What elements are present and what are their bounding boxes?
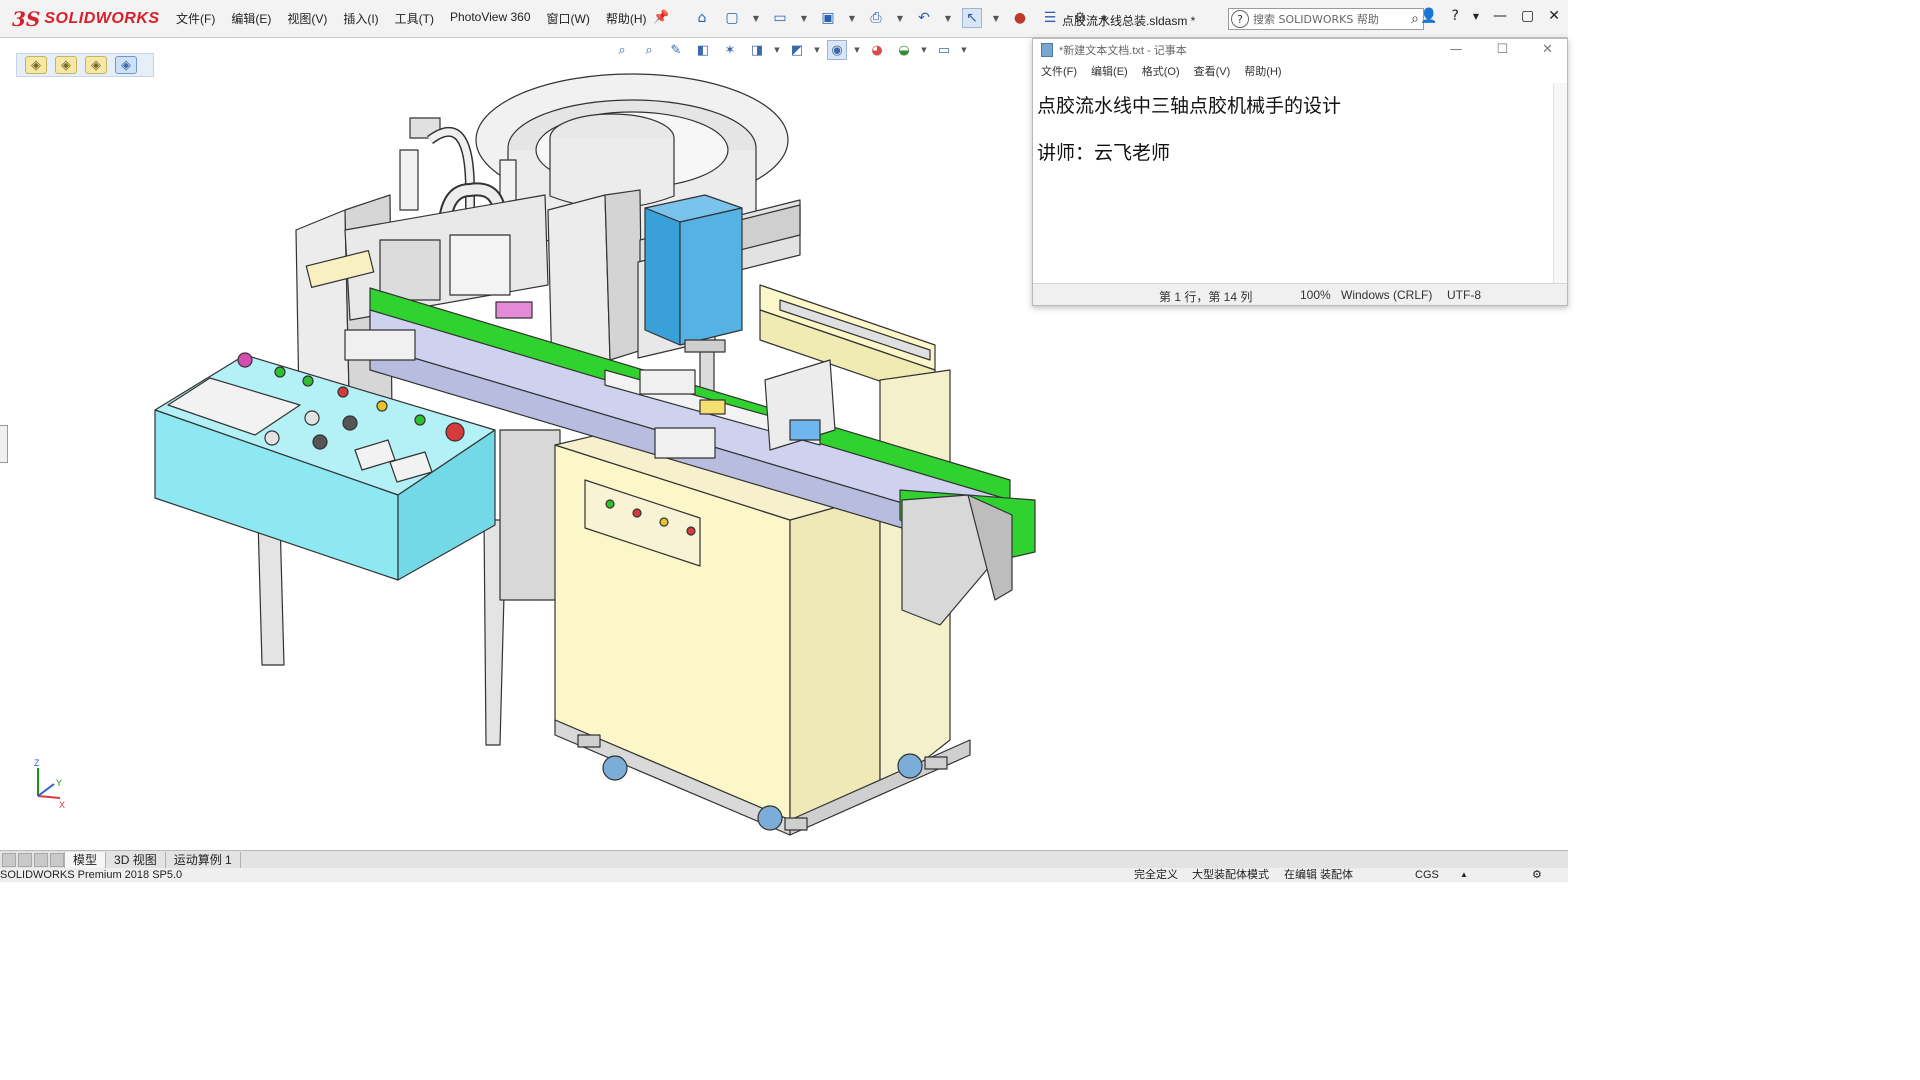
dispensing-head bbox=[644, 194, 743, 396]
search-placeholder: 搜索 SOLIDWORKS 帮助 bbox=[1253, 13, 1379, 26]
unit-system[interactable]: CGS bbox=[1415, 868, 1439, 882]
menu-view[interactable]: 视图(V) bbox=[287, 10, 327, 27]
large-assembly-mode[interactable]: 大型装配体模式 bbox=[1192, 868, 1269, 882]
units-dropdown-icon[interactable]: ▲ bbox=[1460, 868, 1468, 882]
notepad-text-area[interactable]: 点胶流水线中三轴点胶机械手的设计 讲师：云飞老师 bbox=[1037, 83, 1553, 283]
definition-status: 完全定义 bbox=[1134, 869, 1178, 881]
logo-text: SOLIDWORKS bbox=[44, 10, 160, 27]
notepad-menu-help[interactable]: 帮助(H) bbox=[1244, 63, 1281, 79]
search-icon[interactable]: ⌕ bbox=[1411, 11, 1419, 27]
triad-y-label: Y bbox=[56, 778, 62, 788]
menu-window[interactable]: 窗口(W) bbox=[547, 10, 590, 27]
maximize-icon[interactable]: ▢ bbox=[1521, 8, 1534, 24]
open-dropdown-icon[interactable]: ▼ bbox=[800, 8, 808, 28]
model-tabs-bar: 模型 3D 视图 运动算例 1 bbox=[0, 850, 1568, 868]
notepad-window[interactable]: *新建文本文档.txt - 记事本 — ☐ ✕ 文件(F) 编辑(E) 格式(O… bbox=[1032, 38, 1568, 306]
help-dropdown-icon[interactable]: ▼ bbox=[1473, 12, 1479, 21]
standard-toolbar: ⌂ ▢ ▼ ▭ ▼ ▣ ▼ ⎙ ▼ ↶ ▼ ↖ ▼ ● ☰ ⚙ ▼ bbox=[692, 8, 1108, 28]
home-icon[interactable]: ⌂ bbox=[692, 8, 712, 28]
title-bar: 3S SOLIDWORKS 文件(F) 编辑(E) 视图(V) 插入(I) 工具… bbox=[0, 0, 1568, 38]
save-icon[interactable]: ▣ bbox=[818, 8, 838, 28]
solidworks-logo[interactable]: 3S SOLIDWORKS bbox=[12, 6, 160, 32]
minimize-icon[interactable]: — bbox=[1493, 8, 1507, 24]
select-dropdown-icon[interactable]: ▼ bbox=[992, 8, 1000, 28]
undo-dropdown-icon[interactable]: ▼ bbox=[944, 8, 952, 28]
ds-logo-mark: 3S bbox=[12, 7, 41, 31]
print-icon[interactable]: ⎙ bbox=[866, 8, 886, 28]
menu-tools[interactable]: 工具(T) bbox=[395, 10, 434, 27]
help-question-icon: ? bbox=[1231, 10, 1249, 28]
open-icon[interactable]: ▭ bbox=[770, 8, 790, 28]
notepad-menu-file[interactable]: 文件(F) bbox=[1041, 63, 1077, 79]
user-icon[interactable]: 👤 bbox=[1420, 8, 1437, 24]
new-dropdown-icon[interactable]: ▼ bbox=[752, 8, 760, 28]
notepad-line-1: 点胶流水线中三轴点胶机械手的设计 bbox=[1037, 95, 1342, 117]
window-controls: 👤 ? ▼ — ▢ ✕ bbox=[1420, 8, 1560, 24]
notepad-scrollbar[interactable] bbox=[1553, 83, 1567, 283]
menu-file[interactable]: 文件(F) bbox=[176, 10, 215, 27]
menu-bar: 文件(F) 编辑(E) 视图(V) 插入(I) 工具(T) PhotoView … bbox=[176, 10, 647, 27]
notepad-window-controls: — ☐ ✕ bbox=[1449, 42, 1553, 57]
status-settings-icon[interactable]: ⚙ bbox=[1532, 868, 1542, 882]
status-bar: SOLIDWORKS Premium 2018 SP5.0 完全定义 大型装配体… bbox=[0, 868, 1568, 882]
rear-leg bbox=[257, 519, 285, 666]
notepad-status-bar: 第 1 行，第 14 列 100% Windows (CRLF) UTF-8 bbox=[1033, 283, 1567, 305]
triad-z-label: Z bbox=[34, 758, 40, 768]
select-icon[interactable]: ↖ bbox=[962, 8, 982, 28]
notepad-menu-edit[interactable]: 编辑(E) bbox=[1091, 63, 1128, 79]
menu-photoview[interactable]: PhotoView 360 bbox=[450, 10, 531, 27]
notepad-zoom: 100% bbox=[1300, 288, 1331, 302]
notepad-icon bbox=[1041, 43, 1053, 57]
triad-x-label: X bbox=[59, 800, 65, 810]
rebuild-icon[interactable]: ● bbox=[1010, 8, 1030, 28]
close-icon[interactable]: ✕ bbox=[1548, 8, 1560, 24]
notepad-title: *新建文本文档.txt - 记事本 bbox=[1059, 45, 1187, 57]
help-icon[interactable]: ? bbox=[1451, 8, 1458, 24]
view-triad: Z X Y bbox=[34, 758, 65, 810]
notepad-line-ending: Windows (CRLF) bbox=[1341, 288, 1433, 302]
assembly-model-viewport[interactable] bbox=[0, 40, 1040, 848]
tab-navigation-arrows[interactable] bbox=[2, 852, 64, 867]
menu-insert[interactable]: 插入(I) bbox=[343, 10, 378, 27]
editing-status: 在编辑 装配体 bbox=[1284, 869, 1354, 881]
version-text: SOLIDWORKS Premium 2018 SP5.0 bbox=[0, 869, 183, 881]
print-dropdown-icon[interactable]: ▼ bbox=[896, 8, 904, 28]
help-search-box[interactable]: ? 搜索 SOLIDWORKS 帮助 ⌕ bbox=[1228, 8, 1424, 30]
save-dropdown-icon[interactable]: ▼ bbox=[848, 8, 856, 28]
notepad-encoding: UTF-8 bbox=[1447, 288, 1481, 302]
tab-3d-view[interactable]: 3D 视图 bbox=[106, 851, 166, 868]
document-title: 点胶流水线总装.sldasm * bbox=[1062, 14, 1196, 28]
menu-edit[interactable]: 编辑(E) bbox=[231, 10, 271, 27]
undo-icon[interactable]: ↶ bbox=[914, 8, 934, 28]
notepad-line-2: 讲师：云飞老师 bbox=[1037, 142, 1171, 164]
notepad-maximize-icon[interactable]: ☐ bbox=[1496, 42, 1508, 57]
notepad-menu-bar: 文件(F) 编辑(E) 格式(O) 查看(V) 帮助(H) bbox=[1033, 61, 1567, 81]
menu-help[interactable]: 帮助(H) bbox=[606, 10, 647, 27]
stand-frame bbox=[499, 429, 561, 601]
notepad-minimize-icon[interactable]: — bbox=[1449, 42, 1462, 57]
tab-motion-study[interactable]: 运动算例 1 bbox=[166, 851, 241, 868]
pin-icon[interactable]: 📌 bbox=[653, 10, 669, 25]
file-properties-icon[interactable]: ☰ bbox=[1040, 8, 1060, 28]
tab-model[interactable]: 模型 bbox=[64, 851, 107, 868]
notepad-menu-view[interactable]: 查看(V) bbox=[1194, 63, 1231, 79]
new-icon[interactable]: ▢ bbox=[722, 8, 742, 28]
notepad-menu-format[interactable]: 格式(O) bbox=[1142, 63, 1180, 79]
notepad-cursor-position: 第 1 行，第 14 列 bbox=[1159, 290, 1253, 304]
notepad-close-icon[interactable]: ✕ bbox=[1542, 42, 1553, 57]
